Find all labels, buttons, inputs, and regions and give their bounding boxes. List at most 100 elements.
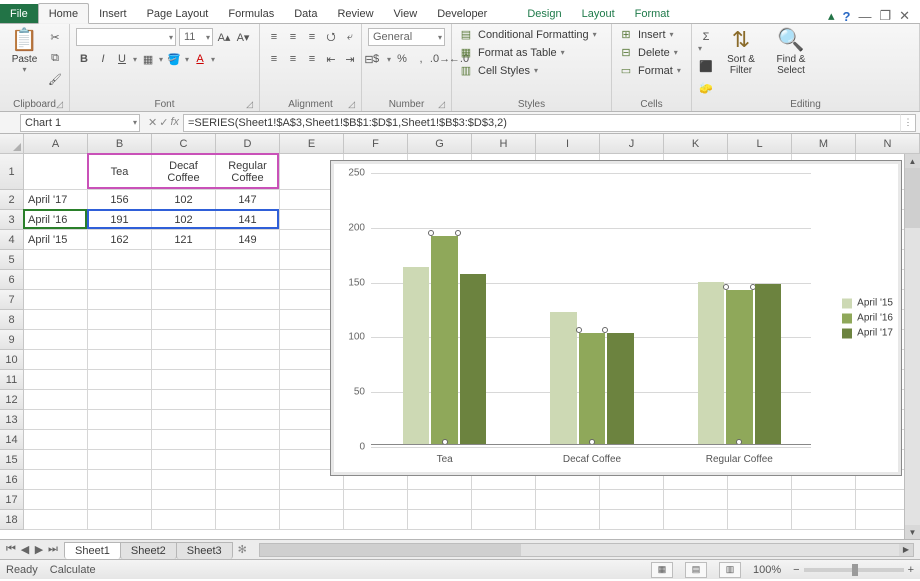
cell-C4[interactable]: 121 bbox=[152, 230, 216, 250]
sheet-tab-3[interactable]: Sheet3 bbox=[176, 542, 233, 559]
tab-design[interactable]: Design bbox=[517, 4, 571, 23]
cell-G18[interactable] bbox=[408, 510, 472, 530]
cell-D18[interactable] bbox=[216, 510, 280, 530]
bar-Decaf-Coffee-April-'16[interactable] bbox=[579, 333, 606, 445]
cell-D2[interactable]: 147 bbox=[216, 190, 280, 210]
cell-D3[interactable]: 141 bbox=[216, 210, 280, 230]
cell-B13[interactable] bbox=[88, 410, 152, 430]
paste-button[interactable]: 📋Paste▾ bbox=[6, 28, 43, 74]
find-select-button[interactable]: 🔍Find & Select bbox=[768, 28, 814, 76]
fill-color-icon[interactable]: 🪣 bbox=[166, 50, 182, 68]
cell-B3[interactable]: 191 bbox=[88, 210, 152, 230]
window-min-icon[interactable]: — bbox=[858, 9, 871, 24]
cell-F17[interactable] bbox=[344, 490, 408, 510]
scroll-down-icon[interactable]: ▼ bbox=[905, 525, 920, 539]
cell-A3[interactable]: April '16 bbox=[24, 210, 88, 230]
orientation-icon[interactable]: ⭯ bbox=[323, 28, 339, 46]
align-center-icon[interactable]: ≡ bbox=[285, 50, 301, 68]
col-header-N[interactable]: N bbox=[856, 134, 920, 154]
cell-C2[interactable]: 102 bbox=[152, 190, 216, 210]
formula-input[interactable]: =SERIES(Sheet1!$A$3,Sheet1!$B$1:$D$1,She… bbox=[183, 114, 900, 132]
legend-item[interactable]: April '15 bbox=[842, 298, 893, 309]
cell-B7[interactable] bbox=[88, 290, 152, 310]
sheet-tab-2[interactable]: Sheet2 bbox=[120, 542, 177, 559]
underline-icon[interactable]: U bbox=[114, 50, 130, 68]
row-header-10[interactable]: 10 bbox=[0, 350, 24, 370]
sheet-tab-1[interactable]: Sheet1 bbox=[64, 542, 121, 559]
row-header-1[interactable]: 1 bbox=[0, 154, 24, 190]
cell-C18[interactable] bbox=[152, 510, 216, 530]
cell-D16[interactable] bbox=[216, 470, 280, 490]
wrap-text-icon[interactable]: ⤶ bbox=[342, 28, 358, 46]
cell-A10[interactable] bbox=[24, 350, 88, 370]
delete-cells-button[interactable]: ⊟Delete▾ bbox=[618, 46, 681, 59]
shrink-font-icon[interactable]: A▾ bbox=[235, 28, 251, 46]
scroll-up-icon[interactable]: ▲ bbox=[905, 154, 920, 168]
cell-C14[interactable] bbox=[152, 430, 216, 450]
tab-home[interactable]: Home bbox=[38, 3, 89, 24]
row-header-13[interactable]: 13 bbox=[0, 410, 24, 430]
cell-D10[interactable] bbox=[216, 350, 280, 370]
view-page-break-icon[interactable]: ▥ bbox=[719, 562, 741, 578]
col-header-B[interactable]: B bbox=[88, 134, 152, 154]
cell-B16[interactable] bbox=[88, 470, 152, 490]
cell-D12[interactable] bbox=[216, 390, 280, 410]
fill-icon[interactable]: ⬛ bbox=[698, 57, 714, 75]
font-family-combo[interactable] bbox=[76, 28, 176, 46]
cell-D9[interactable] bbox=[216, 330, 280, 350]
zoom-slider[interactable] bbox=[804, 568, 904, 572]
cell-B4[interactable]: 162 bbox=[88, 230, 152, 250]
cell-C8[interactable] bbox=[152, 310, 216, 330]
copy-icon[interactable]: ⧉ bbox=[47, 49, 63, 67]
format-as-table-button[interactable]: ▦Format as Table▾ bbox=[458, 46, 597, 59]
cell-C13[interactable] bbox=[152, 410, 216, 430]
help-icon[interactable]: ? bbox=[842, 9, 850, 24]
new-sheet-icon[interactable]: ✻ bbox=[232, 541, 253, 558]
expand-formula-bar-icon[interactable]: ⋮ bbox=[900, 114, 916, 132]
cell-C3[interactable]: 102 bbox=[152, 210, 216, 230]
row-header-3[interactable]: 3 bbox=[0, 210, 24, 230]
embedded-chart[interactable]: 050100150200250TeaDecaf CoffeeRegular Co… bbox=[330, 160, 902, 476]
cell-A13[interactable] bbox=[24, 410, 88, 430]
cell-I18[interactable] bbox=[536, 510, 600, 530]
cell-D14[interactable] bbox=[216, 430, 280, 450]
cell-D13[interactable] bbox=[216, 410, 280, 430]
cell-C10[interactable] bbox=[152, 350, 216, 370]
cell-A14[interactable] bbox=[24, 430, 88, 450]
cell-F18[interactable] bbox=[344, 510, 408, 530]
cell-B9[interactable] bbox=[88, 330, 152, 350]
row-header-14[interactable]: 14 bbox=[0, 430, 24, 450]
row-header-8[interactable]: 8 bbox=[0, 310, 24, 330]
inc-decimal-icon[interactable]: .0→ bbox=[432, 50, 448, 68]
vertical-scrollbar[interactable]: ▲ ▼ bbox=[904, 154, 920, 539]
clipboard-dialog-icon[interactable]: ◿ bbox=[56, 99, 63, 110]
format-painter-icon[interactable]: 🖌 bbox=[47, 70, 63, 88]
select-all-button[interactable] bbox=[0, 134, 24, 154]
cell-A2[interactable]: April '17 bbox=[24, 190, 88, 210]
hscroll-thumb[interactable] bbox=[260, 544, 521, 556]
row-header-7[interactable]: 7 bbox=[0, 290, 24, 310]
clear-icon[interactable]: 🧽 bbox=[698, 79, 714, 97]
tab-review[interactable]: Review bbox=[327, 4, 383, 23]
indent-inc-icon[interactable]: ⇥ bbox=[342, 50, 358, 68]
col-header-K[interactable]: K bbox=[664, 134, 728, 154]
status-calc[interactable]: Calculate bbox=[50, 564, 96, 576]
cell-B14[interactable] bbox=[88, 430, 152, 450]
cell-D1[interactable]: Regular Coffee bbox=[216, 154, 280, 190]
italic-icon[interactable]: I bbox=[95, 50, 111, 68]
ribbon-minimize-icon[interactable]: ▴ bbox=[828, 8, 835, 24]
cell-A8[interactable] bbox=[24, 310, 88, 330]
cell-B2[interactable]: 156 bbox=[88, 190, 152, 210]
sheet-nav-next-icon[interactable]: ▶ bbox=[32, 543, 46, 556]
tab-format[interactable]: Format bbox=[625, 4, 680, 23]
bar-Tea-April-'16[interactable] bbox=[431, 236, 458, 445]
cell-I17[interactable] bbox=[536, 490, 600, 510]
row-header-4[interactable]: 4 bbox=[0, 230, 24, 250]
zoom-out-icon[interactable]: − bbox=[793, 564, 799, 576]
horizontal-scrollbar[interactable]: ◀ ▶ bbox=[259, 543, 914, 557]
cell-J18[interactable] bbox=[600, 510, 664, 530]
cell-A9[interactable] bbox=[24, 330, 88, 350]
cell-B11[interactable] bbox=[88, 370, 152, 390]
cell-L17[interactable] bbox=[728, 490, 792, 510]
worksheet-grid[interactable]: ABCDEFGHIJKLMN 1234567891011121314151617… bbox=[0, 134, 920, 539]
